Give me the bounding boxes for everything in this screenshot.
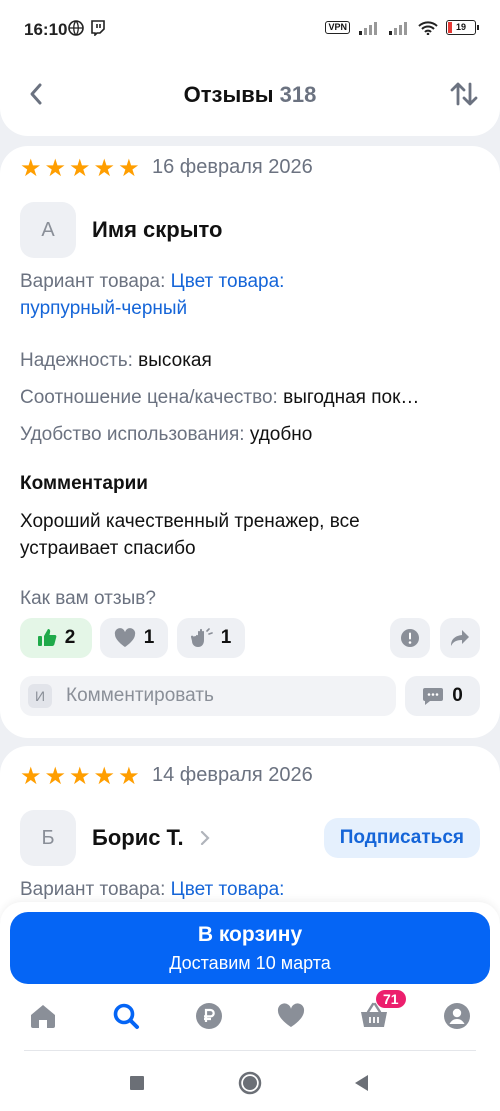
square-icon	[130, 1076, 144, 1090]
star-icon: ★	[69, 155, 91, 182]
page-title: Отзывы 318	[183, 82, 317, 107]
author-link[interactable]: Борис Т.	[92, 825, 210, 851]
twitch-icon	[91, 20, 105, 36]
variant-line: Вариант товара: Цвет товара:	[20, 271, 285, 292]
review-count: 318	[279, 82, 317, 107]
warning-icon	[401, 629, 419, 647]
review-card: ★ ★ ★ ★ ★ 16 февраля 2026 А Имя скрыто В…	[0, 146, 500, 738]
rating-stars: ★ ★ ★ ★ ★	[20, 765, 140, 789]
star-icon: ★	[118, 763, 140, 790]
tab-bar: 71	[0, 990, 500, 1046]
triangle-back-icon	[355, 1075, 368, 1091]
clap-icon	[190, 628, 213, 647]
wifi-icon	[418, 20, 438, 35]
chevron-right-icon	[200, 830, 210, 846]
star-icon: ★	[20, 155, 42, 182]
tab-search[interactable]	[106, 996, 146, 1036]
home-icon	[31, 1005, 55, 1028]
like-button[interactable]: 2	[20, 618, 92, 658]
clap-reaction-button[interactable]: 1	[177, 618, 245, 658]
variant-link-2[interactable]: пурпурный-черный	[20, 295, 480, 322]
battery-icon: 19	[446, 20, 479, 35]
attribute-row: Удобство использования: удобно	[20, 424, 313, 445]
comments-count-button[interactable]: 0	[405, 676, 480, 716]
avatar: А	[20, 202, 76, 258]
star-icon: ★	[69, 763, 91, 790]
reaction-prompt: Как вам отзыв?	[20, 588, 156, 609]
tab-cart[interactable]: 71	[354, 990, 406, 1036]
tab-favorites[interactable]	[271, 996, 311, 1036]
thumbs-up-icon	[37, 629, 57, 646]
ruble-coin-icon	[196, 1003, 222, 1029]
comment-bubble-icon	[423, 688, 444, 705]
tab-payments[interactable]	[189, 996, 229, 1036]
attribute-row: Соотношение цена/качество: выгодная пок…	[20, 387, 420, 408]
heart-reaction-button[interactable]: 1	[100, 618, 168, 658]
comment-text-2: устраивает спасибо	[20, 538, 196, 559]
circle-icon	[238, 1071, 262, 1095]
recents-button[interactable]	[122, 1068, 152, 1098]
star-icon: ★	[44, 763, 67, 790]
comment-text: Хороший качественный тренажер, все	[20, 511, 360, 532]
comment-heading: Комментарии	[20, 473, 148, 494]
bottom-panel: В корзину Доставим 10 марта 71	[0, 902, 500, 1111]
author-name: Имя скрыто	[92, 217, 223, 242]
review-date: 16 февраля 2026	[152, 156, 313, 178]
tab-home[interactable]	[23, 996, 63, 1036]
avatar: Б	[20, 810, 76, 866]
rating-stars: ★ ★ ★ ★ ★	[20, 157, 140, 181]
sort-arrows-icon	[450, 82, 478, 106]
sort-button[interactable]	[446, 76, 482, 112]
tab-profile[interactable]	[437, 996, 477, 1036]
status-bar: 16:10 VPN 19	[0, 0, 500, 60]
user-avatar: И	[28, 684, 52, 708]
variant-link[interactable]: Цвет товара:	[171, 879, 285, 900]
star-icon: ★	[93, 763, 116, 790]
vpn-indicator: VPN	[325, 21, 350, 34]
variant-line: Вариант товара: Цвет товара:	[20, 879, 285, 900]
signal-icon	[359, 21, 377, 35]
star-icon: ★	[44, 155, 67, 182]
add-to-cart-button[interactable]: В корзину Доставим 10 марта	[10, 912, 490, 984]
star-icon: ★	[20, 763, 42, 790]
header: Отзывы 318	[0, 60, 500, 136]
comment-placeholder: Комментировать	[66, 685, 214, 706]
comment-input[interactable]: И Комментировать	[20, 676, 396, 716]
variant-link[interactable]: Цвет товара:	[171, 271, 285, 292]
status-time: 16:10	[24, 20, 68, 39]
search-icon	[113, 1003, 139, 1029]
home-button[interactable]	[235, 1068, 265, 1098]
heart-icon	[277, 1003, 305, 1027]
signal-icon-2	[389, 21, 407, 35]
star-icon: ★	[118, 155, 140, 182]
heart-icon	[114, 628, 135, 647]
cart-badge: 71	[376, 990, 406, 1008]
profile-icon	[444, 1003, 470, 1029]
divider	[24, 1050, 476, 1051]
back-nav-button[interactable]	[346, 1068, 376, 1098]
share-button[interactable]	[440, 618, 480, 658]
subscribe-button[interactable]: Подписаться	[323, 818, 480, 858]
share-arrow-icon	[451, 630, 469, 646]
attribute-row: Надежность: высокая	[20, 350, 212, 371]
star-icon: ★	[93, 155, 116, 182]
report-button[interactable]	[390, 618, 430, 658]
review-date: 14 февраля 2026	[152, 764, 313, 786]
system-navigation-bar	[0, 1054, 500, 1111]
globe-icon	[68, 20, 84, 36]
